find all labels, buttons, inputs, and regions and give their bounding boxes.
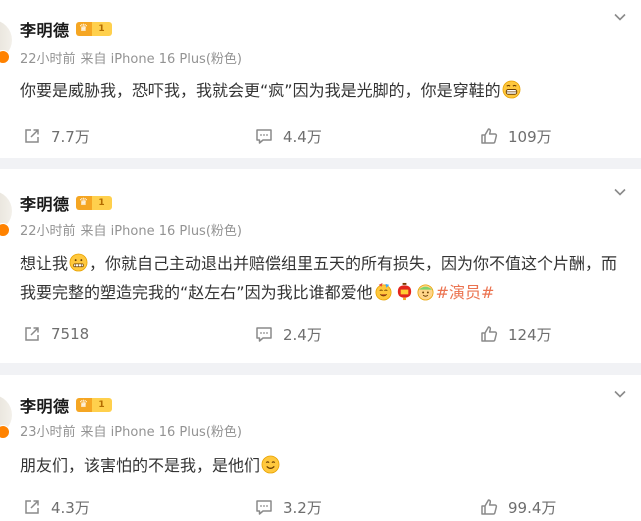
vip-level: 1 [91,22,112,36]
vip-crown-icon: ♛ [75,22,92,36]
chevron-down-icon[interactable] [613,10,627,24]
grin-emoji [502,80,521,99]
zipper-mouth-emoji [69,253,88,272]
like-count: 124万 [508,325,552,344]
comment-icon [256,129,272,144]
comment-count: 3.2万 [283,498,322,517]
comment-button[interactable]: 3.2万 [255,496,322,518]
comment-icon [256,500,272,515]
vip-badge[interactable]: ♛ 1 [75,22,112,36]
author-name[interactable]: 李明德 [20,393,70,417]
repost-count: 7.7万 [51,127,90,146]
author-row: 李明德 ♛ 1 [20,393,112,417]
vip-badge[interactable]: ♛ 1 [75,196,112,210]
comment-count: 4.4万 [283,127,322,146]
author-name[interactable]: 李明德 [20,17,70,41]
like-count: 109万 [508,127,552,146]
repost-icon [25,500,39,514]
chevron-down-icon[interactable] [613,185,627,199]
post-time[interactable]: 22小时前 [20,52,76,67]
post-time[interactable]: 22小时前 [20,224,76,239]
repost-icon [25,327,39,341]
repost-count: 4.3万 [51,498,90,517]
post-source: 来自 iPhone 16 Plus(粉色) [80,425,242,440]
verified-badge-icon [0,223,10,237]
post-meta: 22小时前 来自 iPhone 16 Plus(粉色) [20,48,242,67]
post-text-segment: 你要是威胁我，恐吓我，我就会更“疯”因为我是光脚的，你是穿鞋的 [20,81,501,100]
party-emoji [375,282,392,301]
post-time[interactable]: 23小时前 [20,425,76,440]
post-text-segment: 朋友们，该害怕的不是我，是他们 [20,456,261,475]
comment-button[interactable]: 2.4万 [255,323,322,345]
like-button[interactable]: 99.4万 [480,496,556,518]
post-card: 李明德 ♛ 1 23小时前 来自 iPhone 16 Plus(粉色) 朋友们，该… [0,375,641,521]
like-button[interactable]: 124万 [480,323,552,345]
post-actions: 7.7万 4.4万 109万 [0,125,641,147]
repost-icon [25,129,39,143]
like-button[interactable]: 109万 [480,125,552,147]
post-meta: 22小时前 来自 iPhone 16 Plus(粉色) [20,220,242,239]
vip-level: 1 [91,196,112,210]
like-icon [481,128,498,144]
weibo-feed: 李明德 ♛ 1 22小时前 来自 iPhone 16 Plus(粉色) 你要是威胁… [0,0,641,521]
vip-crown-icon: ♛ [75,398,92,412]
author-name[interactable]: 李明德 [20,191,70,215]
verified-badge-icon [0,425,10,439]
like-icon [481,499,498,515]
verified-badge-icon [0,50,10,64]
chevron-down-icon[interactable] [613,387,627,401]
post-card: 李明德 ♛ 1 22小时前 来自 iPhone 16 Plus(粉色) 你要是威胁… [0,0,641,158]
like-icon [481,326,498,342]
vip-crown-icon: ♛ [75,196,92,210]
repost-button[interactable]: 7518 [23,323,89,345]
post-source: 来自 iPhone 16 Plus(粉色) [80,52,242,67]
post-actions: 4.3万 3.2万 99.4万 [0,496,641,518]
smile-emoji [261,455,280,474]
post-text: 想让我 ，你就自己主动退出并赔偿组里五天的所有损失，因为你不值这个片酬，而我要完… [20,249,621,307]
post-meta: 23小时前 来自 iPhone 16 Plus(粉色) [20,421,242,440]
repost-count: 7518 [51,325,90,343]
author-row: 李明德 ♛ 1 [20,191,112,215]
post-text-segment: 想让我 [20,254,69,273]
like-count: 99.4万 [508,498,557,517]
post-actions: 7518 2.4万 124万 [0,323,641,345]
author-row: 李明德 ♛ 1 [20,17,112,41]
post-text: 朋友们，该害怕的不是我，是他们 [20,451,621,480]
post-text: 你要是威胁我，恐吓我，我就会更“疯”因为我是光脚的，你是穿鞋的 [20,76,621,105]
post-text-segment: ，你就自己主动退出并赔偿组里五天的所有损失，因为你不值这个片酬，而我要完整的塑造… [20,254,618,302]
comment-icon [256,327,272,342]
topic-link[interactable]: #演员# [436,283,495,302]
repost-button[interactable]: 4.3万 [23,496,90,518]
post-card: 李明德 ♛ 1 22小时前 来自 iPhone 16 Plus(粉色) 想让我 ，… [0,169,641,363]
cake-emoji [417,284,434,301]
vip-badge[interactable]: ♛ 1 [75,398,112,412]
lantern-emoji [397,282,411,301]
comment-button[interactable]: 4.4万 [255,125,322,147]
repost-button[interactable]: 7.7万 [23,125,90,147]
comment-count: 2.4万 [283,325,322,344]
post-source: 来自 iPhone 16 Plus(粉色) [80,224,242,239]
vip-level: 1 [91,398,112,412]
